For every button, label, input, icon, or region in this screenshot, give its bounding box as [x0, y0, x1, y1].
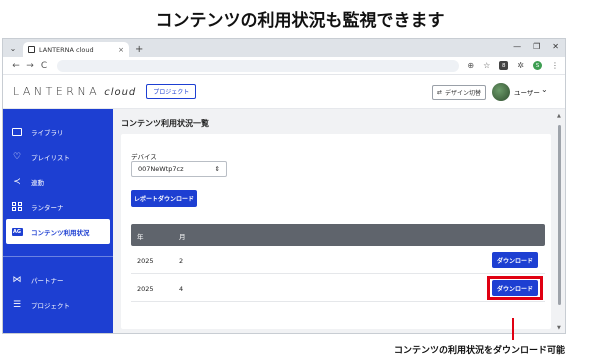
report-download-button[interactable]: レポートダウンロード: [131, 190, 197, 207]
bottom-caption: コンテンツの利用状況をダウンロード可能: [394, 346, 566, 356]
close-window-icon[interactable]: ✕: [552, 42, 559, 51]
sidebar-item-label: コンテンツ利用状況: [31, 228, 90, 237]
lanterna-logo: LANTERNA cloud: [13, 85, 136, 98]
url-input[interactable]: [57, 59, 460, 72]
profile-icon[interactable]: S: [533, 61, 542, 70]
minimize-icon[interactable]: —: [513, 42, 521, 51]
folder-icon: [11, 126, 23, 138]
logo-suffix: cloud: [104, 87, 137, 98]
sidebar-item-label: パートナー: [31, 276, 64, 285]
grid-icon: [11, 201, 23, 213]
browser-window: ⌄ LANTERNA cloud × + — ❐ ✕ ← → C ⊕ ☆ 8 ✲: [2, 38, 566, 334]
sidebar-item-label: プロジェクト: [31, 301, 70, 310]
toolbar-icons: ⊕ ☆ 8 ✲ S ⋮: [467, 61, 559, 70]
cell-month: 2: [179, 257, 184, 265]
sidebar: ライブラリ ♡ プレイリスト ≺ 連動 ランターナ AG コンテンツ利用状況 ⋈…: [3, 109, 113, 333]
app-body: ライブラリ ♡ プレイリスト ≺ 連動 ランターナ AG コンテンツ利用状況 ⋈…: [3, 109, 565, 333]
app-header: LANTERNA cloud プロジェクト ⇄ デザイン切替 ユーザー ⌄: [3, 75, 565, 109]
usage-card: デバイス 007NeWtp7cz ⇕ レポートダウンロード 年 月 2025 2…: [121, 134, 551, 329]
column-header-year: 年: [137, 233, 144, 241]
zoom-icon[interactable]: ⊕: [467, 61, 474, 70]
design-switch-button[interactable]: ⇄ デザイン切替: [432, 85, 486, 100]
table-row: 2025 2 ダウンロード: [131, 246, 545, 274]
back-icon[interactable]: ←: [9, 61, 23, 71]
reload-icon[interactable]: C: [37, 61, 51, 71]
share-icon: ≺: [13, 176, 21, 187]
sidebar-item-content-usage[interactable]: AG コンテンツ利用状況: [6, 219, 110, 244]
swap-icon: ⇄: [436, 89, 442, 96]
kebab-menu-icon[interactable]: ⋮: [551, 61, 559, 70]
sidebar-item-link[interactable]: ≺ 連動: [3, 169, 113, 194]
device-select[interactable]: 007NeWtp7cz ⇕: [131, 161, 227, 177]
page: コンテンツの利用状況も監視できます ⌄ LANTERNA cloud × + —…: [0, 0, 600, 364]
table-row: 2025 4 ダウンロード: [131, 274, 545, 302]
user-menu-label[interactable]: ユーザー: [514, 87, 540, 97]
forward-icon[interactable]: →: [23, 61, 37, 71]
heart-icon: ♡: [12, 151, 22, 162]
sidebar-item-partner[interactable]: ⋈ パートナー: [3, 267, 113, 292]
usage-icon: AG: [11, 227, 23, 236]
browser-tab[interactable]: LANTERNA cloud ×: [23, 42, 129, 57]
chevron-down-icon[interactable]: ⌄: [541, 85, 548, 94]
callout-line: [512, 318, 514, 340]
avatar[interactable]: [492, 83, 510, 101]
sidebar-item-lanterna[interactable]: ランターナ: [3, 194, 113, 219]
table-header: 年 月: [131, 224, 545, 246]
column-header-month: 月: [179, 233, 186, 241]
tab-title: LANTERNA cloud: [39, 45, 94, 54]
partner-icon: ⋈: [12, 274, 22, 285]
page-title: コンテンツ利用状況一覧: [121, 119, 209, 128]
sidebar-item-label: 連動: [31, 178, 44, 187]
address-bar-row: ← → C ⊕ ☆ 8 ✲ S ⋮: [3, 57, 565, 75]
favicon-icon: [28, 46, 35, 53]
cell-year: 2025: [137, 285, 154, 293]
restore-icon[interactable]: ❐: [533, 42, 540, 51]
cell-month: 4: [179, 285, 184, 293]
tab-bar: ⌄ LANTERNA cloud × + — ❐ ✕: [3, 39, 565, 57]
scroll-up-icon[interactable]: ▲: [557, 113, 561, 119]
device-value: 007NeWtp7cz: [138, 165, 184, 173]
sidebar-item-label: プレイリスト: [31, 153, 70, 162]
new-tab-button[interactable]: +: [135, 44, 143, 55]
scroll-down-icon[interactable]: ▼: [557, 325, 561, 331]
tab-search-icon[interactable]: ⌄: [7, 42, 19, 54]
scrollbar[interactable]: ▲ ▼: [557, 113, 562, 331]
sidebar-item-label: ランターナ: [31, 203, 64, 212]
project-button[interactable]: プロジェクト: [146, 84, 197, 99]
sidebar-item-playlist[interactable]: ♡ プレイリスト: [3, 144, 113, 169]
cell-year: 2025: [137, 257, 154, 265]
extension-icon[interactable]: 8: [499, 61, 509, 70]
list-icon: ☰: [12, 299, 22, 310]
logo-text: LANTERNA: [13, 85, 101, 98]
puzzle-icon[interactable]: ✲: [517, 61, 524, 70]
scroll-thumb[interactable]: [558, 125, 561, 305]
select-toggle-icon: ⇕: [214, 165, 220, 173]
download-button[interactable]: ダウンロード: [492, 252, 538, 268]
design-switch-label: デザイン切替: [445, 90, 482, 97]
main-content: コンテンツ利用状況一覧 デバイス 007NeWtp7cz ⇕ レポートダウンロー…: [113, 109, 565, 333]
window-controls: — ❐ ✕: [513, 42, 559, 51]
sidebar-item-project[interactable]: ☰ プロジェクト: [3, 292, 113, 317]
sidebar-divider: [3, 256, 113, 257]
bookmark-star-icon[interactable]: ☆: [483, 61, 490, 70]
sidebar-item-label: ライブラリ: [31, 128, 64, 137]
sidebar-item-library[interactable]: ライブラリ: [3, 119, 113, 144]
tab-close-icon[interactable]: ×: [118, 46, 124, 54]
highlight-box: [487, 276, 543, 300]
top-caption: コンテンツの利用状況も監視できます: [155, 11, 445, 31]
device-label: デバイス: [131, 153, 157, 161]
